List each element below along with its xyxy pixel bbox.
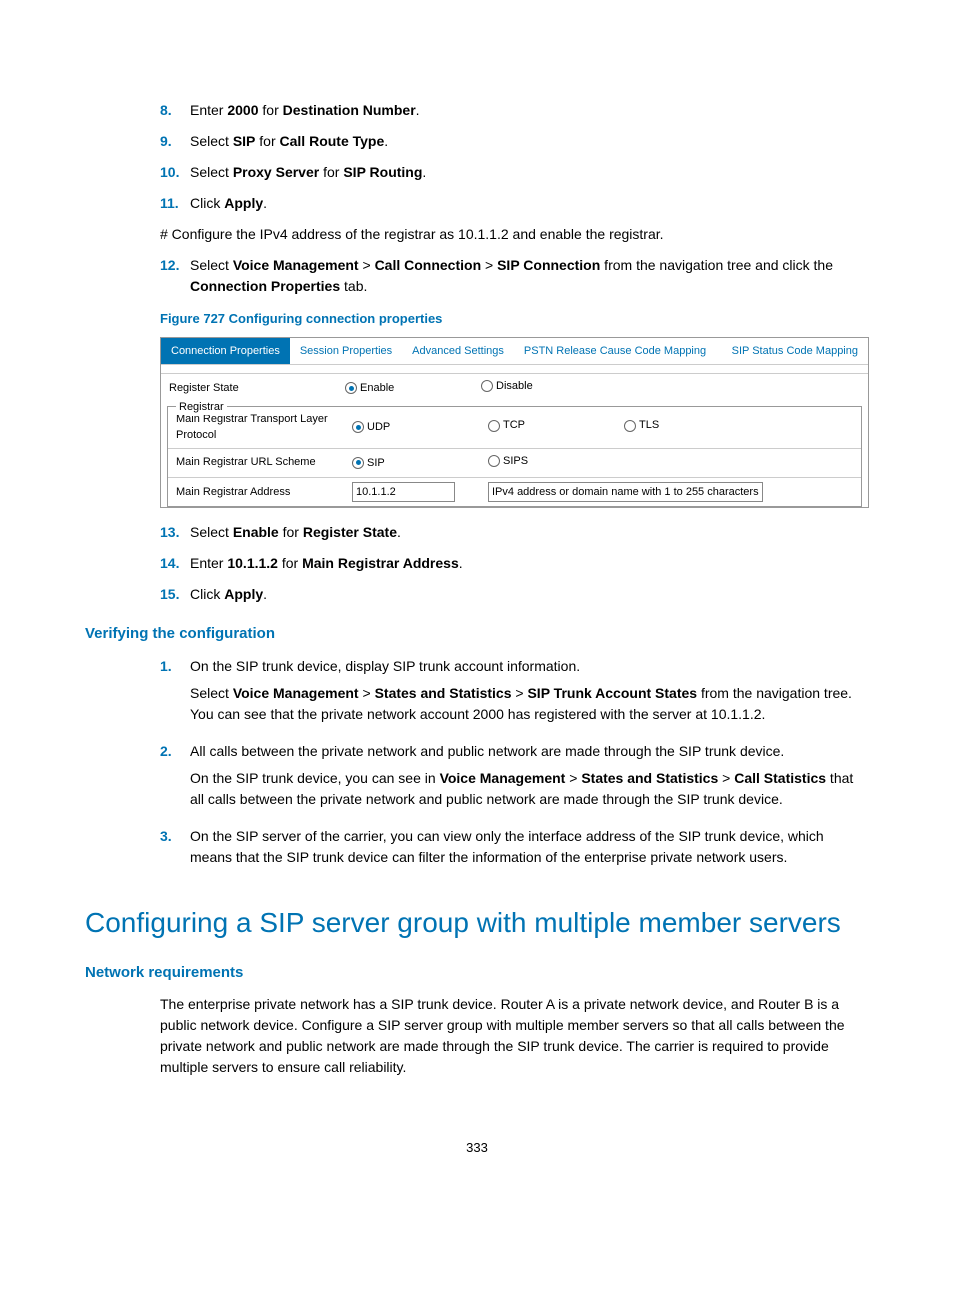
step-text: Enter 10.1.1.2 for Main Registrar Addres… [190,553,869,574]
radio-icon [352,457,364,469]
radio-enable[interactable]: Enable [345,380,394,397]
tab-bar: Connection Properties Session Properties… [161,338,868,365]
step-text: On the SIP trunk device, display SIP tru… [190,656,869,731]
registrar-legend: Registrar [176,399,227,416]
registrar-address-input[interactable]: 10.1.1.2 [352,482,455,503]
heading-verifying: Verifying the configuration [85,623,869,646]
radio-icon [624,420,636,432]
registrar-fieldset: Registrar Main Registrar Transport Layer… [167,406,862,507]
figure-caption: Figure 727 Configuring connection proper… [85,309,869,329]
verify-step-3: 3. On the SIP server of the carrier, you… [85,826,869,874]
radio-icon [345,382,357,394]
step-number: 12. [160,255,190,297]
step-15: 15. Click Apply. [85,584,869,605]
step-text: Select Proxy Server for SIP Routing. [190,162,869,183]
step-text: Click Apply. [190,193,869,214]
register-state-label: Register State [161,374,337,402]
url-scheme-label: Main Registrar URL Scheme [168,448,344,477]
step-8: 8. Enter 2000 for Destination Number. [85,100,869,121]
tab-sip-status-mapping[interactable]: SIP Status Code Mapping [722,338,868,365]
step-number: 15. [160,584,190,605]
step-text: Select SIP for Call Route Type. [190,131,869,152]
verify-step-1: 1. On the SIP trunk device, display SIP … [85,656,869,731]
tab-session-properties[interactable]: Session Properties [290,338,402,365]
registrar-address-label: Main Registrar Address [168,477,344,506]
heading-configuring-sip-group: Configuring a SIP server group with mult… [85,902,869,944]
step-text: Select Enable for Register State. [190,522,869,543]
step-number: 2. [160,741,190,816]
radio-disable[interactable]: Disable [481,378,533,395]
verify-step-2: 2. All calls between the private network… [85,741,869,816]
tab-connection-properties[interactable]: Connection Properties [161,338,290,365]
radio-udp[interactable]: UDP [352,419,390,436]
radio-sips[interactable]: SIPS [488,453,528,470]
step-number: 13. [160,522,190,543]
tab-advanced-settings[interactable]: Advanced Settings [402,338,514,365]
page-number: 333 [85,1138,869,1158]
radio-icon [488,455,500,467]
step-9: 9. Select SIP for Call Route Type. [85,131,869,152]
step-number: 8. [160,100,190,121]
step-number: 3. [160,826,190,874]
network-requirements-body: The enterprise private network has a SIP… [85,994,869,1078]
tab-pstn-mapping[interactable]: PSTN Release Cause Code Mapping [514,338,722,365]
step-text: Click Apply. [190,584,869,605]
radio-icon [481,380,493,392]
radio-tcp[interactable]: TCP [488,417,525,434]
figure-727: Connection Properties Session Properties… [160,337,869,509]
registrar-address-hint: IPv4 address or domain name with 1 to 25… [488,482,763,503]
radio-icon [352,421,364,433]
radio-tls[interactable]: TLS [624,417,659,434]
comment-line: # Configure the IPv4 address of the regi… [85,224,869,245]
register-state-row: Register State Enable Disable [161,373,868,402]
step-10: 10. Select Proxy Server for SIP Routing. [85,162,869,183]
step-number: 11. [160,193,190,214]
step-12: 12. Select Voice Management > Call Conne… [85,255,869,297]
radio-icon [488,420,500,432]
step-number: 10. [160,162,190,183]
step-text: On the SIP server of the carrier, you ca… [190,826,869,874]
step-number: 9. [160,131,190,152]
step-number: 1. [160,656,190,731]
step-14: 14. Enter 10.1.1.2 for Main Registrar Ad… [85,553,869,574]
step-text: Enter 2000 for Destination Number. [190,100,869,121]
step-text: All calls between the private network an… [190,741,869,816]
step-text: Select Voice Management > Call Connectio… [190,255,869,297]
heading-network-requirements: Network requirements [85,962,869,985]
radio-sip[interactable]: SIP [352,455,385,472]
step-11: 11. Click Apply. [85,193,869,214]
step-number: 14. [160,553,190,574]
step-13: 13. Select Enable for Register State. [85,522,869,543]
